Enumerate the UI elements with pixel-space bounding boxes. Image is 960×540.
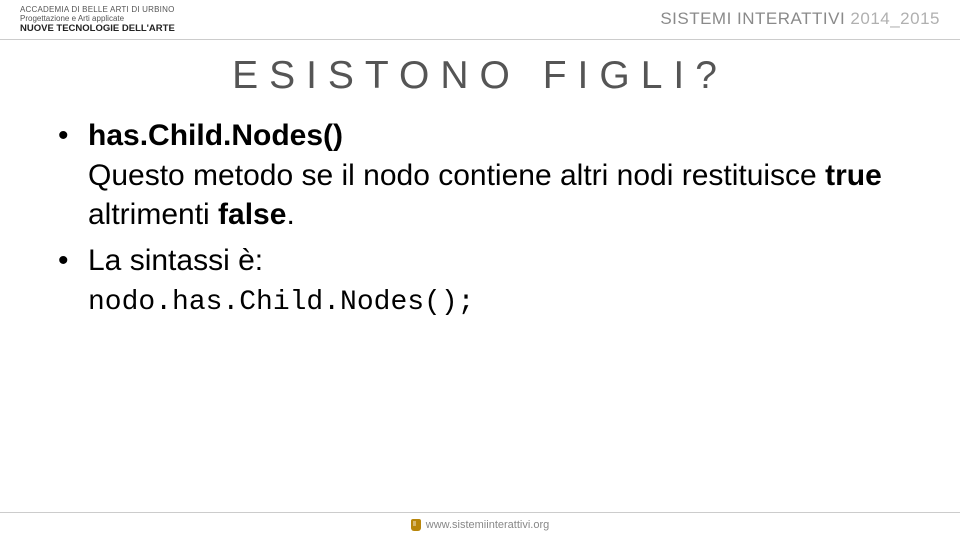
method-desc-false: false xyxy=(218,198,286,231)
method-desc-mid: altrimenti xyxy=(88,198,218,231)
bullet-list: has.Child.Nodes() Questo metodo se il no… xyxy=(40,116,920,322)
header-course: NUOVE TECNOLOGIE DELL'ARTE xyxy=(20,24,175,34)
slide-title: ESISTONO FIGLI? xyxy=(40,54,920,98)
method-desc-end: . xyxy=(286,198,294,231)
header-left-block: ACCADEMIA DI BELLE ARTI DI URBINO Proget… xyxy=(20,6,175,34)
shield-icon xyxy=(411,519,421,531)
footer-url: www.sistemiinterattivi.org xyxy=(426,519,549,531)
list-item: La sintassi è: nodo.has.Child.Nodes(); xyxy=(88,241,920,323)
syntax-code: nodo.has.Child.Nodes(); xyxy=(88,287,474,318)
header-subject: SISTEMI INTERATTIVI xyxy=(660,9,850,28)
method-desc-pre: Questo metodo se il nodo contiene altri … xyxy=(88,159,825,192)
method-name: has.Child.Nodes() xyxy=(88,119,343,152)
list-item: has.Child.Nodes() Questo metodo se il no… xyxy=(88,116,920,235)
slide-footer: www.sistemiinterattivi.org xyxy=(0,512,960,531)
method-desc-true: true xyxy=(825,159,882,192)
syntax-intro: La sintassi è: xyxy=(88,244,263,277)
header-right-block: SISTEMI INTERATTIVI 2014_2015 xyxy=(660,6,940,29)
header-year: 2014_2015 xyxy=(850,9,940,28)
slide-content: ESISTONO FIGLI? has.Child.Nodes() Questo… xyxy=(0,40,960,322)
slide-header: ACCADEMIA DI BELLE ARTI DI URBINO Proget… xyxy=(0,0,960,40)
